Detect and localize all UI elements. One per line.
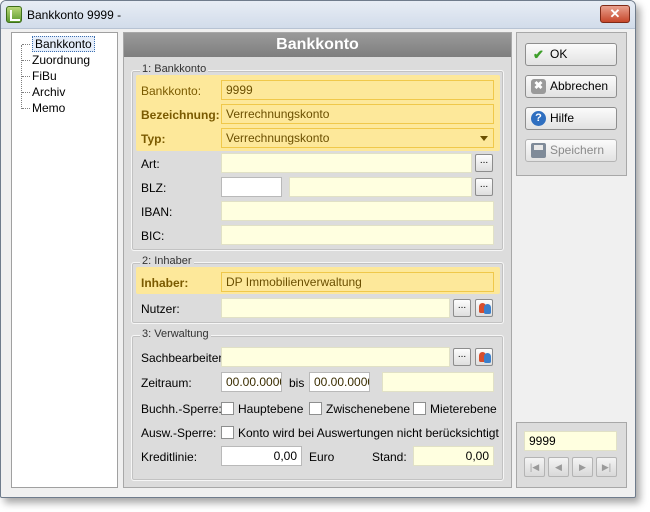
bic-field[interactable] <box>221 225 494 245</box>
close-button[interactable]: ✕ <box>600 5 630 23</box>
tree-item-fibu[interactable]: FiBu <box>22 69 57 84</box>
main-form-panel: Bankkonto 1: Bankkonto Bankkonto: 9999 B… <box>123 32 512 488</box>
iban-field[interactable] <box>221 201 494 221</box>
sachbearbeiter-field[interactable] <box>221 347 450 367</box>
group-title: 3: Verwaltung <box>140 328 211 340</box>
last-record-button[interactable]: ▶| <box>596 457 617 477</box>
bankkonto-label: Bankkonto: <box>141 84 202 98</box>
zwischenebene-label: Zwischenebene <box>326 402 411 416</box>
group-verwaltung: 3: Verwaltung Sachbearbeiter: ... Zeitra… <box>131 328 504 481</box>
record-navigator: 9999 |◀ ◀ ▶ ▶| <box>516 422 627 488</box>
tree-item-bankkonto[interactable]: Bankkonto <box>22 36 95 52</box>
tree-item-label: Memo <box>32 101 66 115</box>
speichern-button-label: Speichern <box>550 143 605 157</box>
abbrechen-button-label: Abbrechen <box>550 79 609 93</box>
group-bankkonto: 1: Bankkonto Bankkonto: 9999 Bezeichnung… <box>131 63 504 251</box>
tree-item-label: Archiv <box>32 85 66 99</box>
tree-item-label: Zuordnung <box>32 53 91 67</box>
art-label: Art: <box>141 157 160 171</box>
bezeichnung-label: Bezeichnung: <box>141 108 220 122</box>
abbrechen-button[interactable]: ✖ Abbrechen <box>525 75 617 98</box>
ok-button[interactable]: ✔ OK <box>525 43 617 66</box>
tree-item-archiv[interactable]: Archiv <box>22 85 65 100</box>
sachbearbeiter-contacts-button[interactable] <box>475 348 493 366</box>
currency-label: Euro <box>309 450 335 464</box>
sachbearbeiter-browse-button[interactable]: ... <box>453 348 471 366</box>
group-inhaber: 2: Inhaber Inhaber: DP Immobilienverwalt… <box>131 255 504 324</box>
dialog-window: Bankkonto 9999 - ✕ Bankkonto Zuordnung F… <box>0 0 636 498</box>
blz-field[interactable] <box>221 177 282 197</box>
zeitraum-extra-field[interactable] <box>382 372 494 392</box>
title-bar[interactable]: Bankkonto 9999 - ✕ <box>1 1 635 29</box>
hilfe-button[interactable]: ? Hilfe <box>525 107 617 130</box>
previous-record-button[interactable]: ◀ <box>548 457 569 477</box>
mieterebene-label: Mieterebene <box>430 402 497 416</box>
kreditlinie-label: Kreditlinie: <box>141 450 198 464</box>
typ-label: Typ: <box>141 132 166 146</box>
blz-label: BLZ: <box>141 181 167 195</box>
bic-label: BIC: <box>141 229 165 243</box>
form-header: Bankkonto <box>124 33 511 57</box>
nutzer-label: Nutzer: <box>141 302 180 316</box>
first-record-button[interactable]: |◀ <box>524 457 545 477</box>
ausw-sperre-label: Ausw.-Sperre: <box>141 426 217 440</box>
zeitraum-from-field[interactable]: 00.00.0000 <box>221 372 282 392</box>
hauptebene-checkbox[interactable] <box>221 402 234 415</box>
group-title: 1: Bankkonto <box>140 63 209 75</box>
tree-item-label: FiBu <box>32 69 57 83</box>
dialog-client: Bankkonto Zuordnung FiBu Archiv Memo Ban… <box>6 30 631 494</box>
checkmark-icon: ✔ <box>533 47 544 62</box>
cancel-icon: ✖ <box>531 79 546 94</box>
bezeichnung-field[interactable]: Verrechnungskonto <box>221 104 494 124</box>
nutzer-field[interactable] <box>221 298 450 318</box>
bank-name-field[interactable] <box>289 177 472 197</box>
tree-item-zuordnung[interactable]: Zuordnung <box>22 53 90 68</box>
art-browse-button[interactable]: ... <box>475 154 493 172</box>
nutzer-browse-button[interactable]: ... <box>453 299 471 317</box>
stand-label: Stand: <box>372 450 407 464</box>
iban-label: IBAN: <box>141 205 173 219</box>
buchh-sperre-label: Buchh.-Sperre: <box>141 402 222 416</box>
navigation-tree: Bankkonto Zuordnung FiBu Archiv Memo <box>11 32 118 488</box>
action-button-panel: ✔ OK ✖ Abbrechen ? Hilfe Speichern <box>516 32 627 176</box>
mieterebene-checkbox[interactable] <box>413 402 426 415</box>
sachbearbeiter-label: Sachbearbeiter: <box>141 351 226 365</box>
ok-button-label: OK <box>550 47 568 61</box>
chevron-down-icon <box>480 136 488 141</box>
tree-item-memo[interactable]: Memo <box>22 101 65 116</box>
bankkonto-field[interactable]: 9999 <box>221 80 494 100</box>
stand-field: 0,00 <box>413 446 494 466</box>
hauptebene-label: Hauptebene <box>238 402 304 416</box>
record-number-field[interactable]: 9999 <box>524 431 617 451</box>
group-title: 2: Inhaber <box>140 255 194 267</box>
save-disk-icon <box>531 143 546 158</box>
help-icon: ? <box>531 111 546 126</box>
tree-item-label: Bankkonto <box>32 36 95 52</box>
zeitraum-to-field[interactable]: 00.00.0000 <box>309 372 370 392</box>
ausw-sperre-checkbox[interactable] <box>221 426 234 439</box>
art-field[interactable] <box>221 153 472 173</box>
ausw-sperre-checkbox-label: Konto wird bei Auswertungen nicht berück… <box>238 426 499 440</box>
zeitraum-label: Zeitraum: <box>141 376 192 390</box>
typ-dropdown-value: Verrechnungskonto <box>226 131 330 145</box>
inhaber-field[interactable]: DP Immobilienverwaltung <box>221 272 494 292</box>
app-icon <box>6 6 22 23</box>
next-record-button[interactable]: ▶ <box>572 457 593 477</box>
hilfe-button-label: Hilfe <box>550 111 575 125</box>
nutzer-contacts-button[interactable] <box>475 299 493 317</box>
blz-browse-button[interactable]: ... <box>475 178 493 196</box>
typ-dropdown[interactable]: Verrechnungskonto <box>221 128 494 148</box>
inhaber-label: Inhaber: <box>141 276 189 290</box>
zeitraum-bis-label: bis <box>289 376 305 390</box>
people-icon-secondary <box>484 353 491 363</box>
speichern-button[interactable]: Speichern <box>525 139 617 162</box>
kreditlinie-field[interactable]: 0,00 <box>221 446 302 466</box>
people-icon-secondary <box>484 304 491 314</box>
zwischenebene-checkbox[interactable] <box>309 402 322 415</box>
window-title: Bankkonto 9999 - <box>27 8 122 22</box>
